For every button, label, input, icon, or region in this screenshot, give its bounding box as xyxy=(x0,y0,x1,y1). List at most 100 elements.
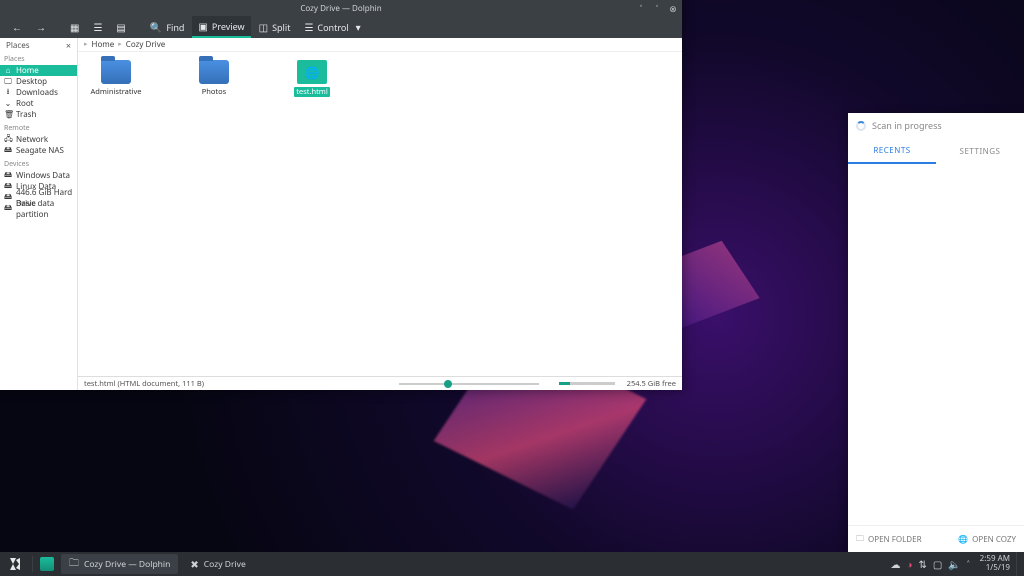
folder-icon: 🗀 xyxy=(856,533,864,547)
root-icon: ⌄ xyxy=(4,98,12,109)
taskbar-clock[interactable]: 2:59 AM 1/5/19 xyxy=(976,555,1016,573)
sidebar-item-downloads[interactable]: ⭳Downloads xyxy=(0,87,77,98)
zoom-slider[interactable] xyxy=(212,383,551,385)
sidebar-item-basic-data-partition[interactable]: 🖴Basic data partition xyxy=(0,203,77,214)
list-compact-icon: ☰ xyxy=(93,22,102,32)
system-tray: ☁ ◑ ⇅ ▢ 🔈 ˄ xyxy=(884,557,975,571)
sidebar-item-trash[interactable]: 🗑 Trash xyxy=(0,109,77,120)
split-label: Split xyxy=(272,21,290,34)
cozy-tray-icon[interactable]: ◑ xyxy=(906,557,912,571)
sidebar-header: Places × xyxy=(0,38,77,52)
find-button[interactable]: 🔍 Find xyxy=(144,16,191,38)
chevron-right-icon: ▸ xyxy=(84,40,88,49)
taskbar-task[interactable]: ✖Cozy Drive xyxy=(182,554,282,574)
chevron-right-icon: ▸ xyxy=(118,40,122,49)
dolphin-toolbar: ← → ▦ ☰ ▤ 🔍 Find ▣ Preview ◫ Split ☰ Control… xyxy=(0,16,682,38)
close-icon[interactable]: ⊗ xyxy=(668,3,678,13)
file-item-test-html[interactable]: 🌐 test.html xyxy=(280,60,344,97)
scan-status-label: Scan in progress xyxy=(872,119,942,132)
arrow-right-icon: → xyxy=(36,22,46,32)
file-name-label: test.html xyxy=(294,87,330,97)
minimize-icon[interactable]: ˅ xyxy=(636,3,646,13)
home-icon: ⌂ xyxy=(4,65,12,76)
display-tray-icon[interactable]: ▢ xyxy=(933,557,942,571)
list-details-icon: ▤ xyxy=(116,22,125,32)
audio-tray-icon[interactable]: 🔈 xyxy=(948,557,960,571)
open-cozy-button[interactable]: 🌐 OPEN COZY xyxy=(958,534,1016,545)
icons-view-button[interactable]: ▦ xyxy=(64,16,85,38)
sidebar-item-home[interactable]: ⌂ Home xyxy=(0,65,77,76)
tab-settings[interactable]: SETTINGS xyxy=(936,138,1024,164)
task-label: Cozy Drive xyxy=(204,559,246,570)
folder-task-icon: 🗀 xyxy=(69,555,79,573)
status-bar: test.html (HTML document, 111 B) 254.5 G… xyxy=(78,376,682,390)
sidebar-item-label: Seagate NAS xyxy=(16,145,64,156)
folder-icon xyxy=(101,60,131,84)
sidebar-item-label: Home xyxy=(16,65,39,76)
chevron-down-icon: ▾ xyxy=(356,22,361,32)
window-titlebar[interactable]: Cozy Drive — Dolphin ˅ ˄ ⊗ xyxy=(0,0,682,16)
clock-date: 1/5/19 xyxy=(980,564,1010,573)
nas-icon: 🖴 xyxy=(4,144,12,158)
sidebar-title: Places xyxy=(6,40,30,51)
disk-free-label: 254.5 GiB free xyxy=(627,379,676,389)
launcher-pinned[interactable] xyxy=(35,552,59,576)
control-button[interactable]: ☰ Control ▾ xyxy=(298,16,366,38)
file-view[interactable]: Administrative Photos 🌐 test.html xyxy=(78,52,682,376)
taskbar-task[interactable]: 🗀 Cozy Drive — Dolphin xyxy=(61,554,178,574)
sidebar-item-root[interactable]: ⌄Root xyxy=(0,98,77,109)
start-button[interactable] xyxy=(0,552,30,576)
folder-icon xyxy=(199,60,229,84)
cloud-tray-icon[interactable]: ☁ xyxy=(890,557,900,571)
zoom-handle[interactable] xyxy=(444,380,452,388)
breadcrumb-item[interactable]: Home xyxy=(92,39,115,50)
dolphin-window: Cozy Drive — Dolphin ˅ ˄ ⊗ ← → ▦ ☰ ▤ 🔍 Fi… xyxy=(0,0,682,390)
open-folder-button[interactable]: 🗀 OPEN FOLDER xyxy=(856,533,922,547)
back-button[interactable]: ← xyxy=(6,16,28,38)
chevron-up-icon[interactable]: ˄ xyxy=(967,557,970,571)
file-item-administrative[interactable]: Administrative xyxy=(84,60,148,97)
window-title: Cozy Drive — Dolphin xyxy=(300,3,381,14)
trash-icon: 🗑 xyxy=(4,109,12,120)
cozy-body xyxy=(848,164,1024,525)
sidebar-item-seagate-nas[interactable]: 🖴 Seagate NAS xyxy=(0,145,77,156)
sidebar-close-icon[interactable]: × xyxy=(66,39,71,52)
sidebar-item-label: Trash xyxy=(16,109,36,120)
disk-usage-bar xyxy=(559,382,615,385)
control-label: Control xyxy=(317,21,348,34)
sidebar-item-label: Downloads xyxy=(16,87,58,98)
preview-label: Preview xyxy=(212,20,245,33)
file-name-label: Administrative xyxy=(90,87,141,97)
forward-button[interactable]: → xyxy=(30,16,52,38)
details-view-button[interactable]: ▤ xyxy=(110,16,131,38)
task-label: Cozy Drive — Dolphin xyxy=(84,559,170,570)
taskbar: 🗀 Cozy Drive — Dolphin ✖Cozy Drive ☁ ◑ ⇅ ▢… xyxy=(0,552,1024,576)
breadcrumb: ▸ Home ▸ Cozy Drive xyxy=(78,38,682,52)
search-icon: 🔍 xyxy=(150,22,162,32)
tab-recents[interactable]: RECENTS xyxy=(848,138,936,164)
menu-icon: ☰ xyxy=(304,22,313,32)
preview-button[interactable]: ▣ Preview xyxy=(192,16,250,38)
status-text: test.html (HTML document, 111 B) xyxy=(84,379,204,389)
find-label: Find xyxy=(166,21,184,34)
kde-logo-icon xyxy=(7,556,23,572)
compact-view-button[interactable]: ☰ xyxy=(87,16,108,38)
grid-icon: ▦ xyxy=(70,22,79,32)
image-icon: ▣ xyxy=(198,21,207,31)
show-desktop-button[interactable] xyxy=(1016,552,1024,576)
drive-icon: 🖴 xyxy=(4,202,12,216)
globe-icon: 🌐 xyxy=(958,534,968,545)
open-folder-label: OPEN FOLDER xyxy=(868,534,922,545)
maximize-icon[interactable]: ˄ xyxy=(652,3,662,13)
sidebar-group-title: Places xyxy=(0,53,77,65)
split-button[interactable]: ◫ Split xyxy=(253,16,297,38)
network-tray-icon[interactable]: ⇅ xyxy=(919,557,927,571)
file-name-label: Photos xyxy=(202,87,227,97)
split-icon: ◫ xyxy=(259,22,268,32)
arrow-left-icon: ← xyxy=(12,22,22,32)
file-item-photos[interactable]: Photos xyxy=(182,60,246,97)
app-icon xyxy=(40,557,54,571)
html-file-icon: 🌐 xyxy=(297,60,327,84)
open-cozy-label: OPEN COZY xyxy=(972,534,1016,545)
breadcrumb-item[interactable]: Cozy Drive xyxy=(126,39,166,50)
